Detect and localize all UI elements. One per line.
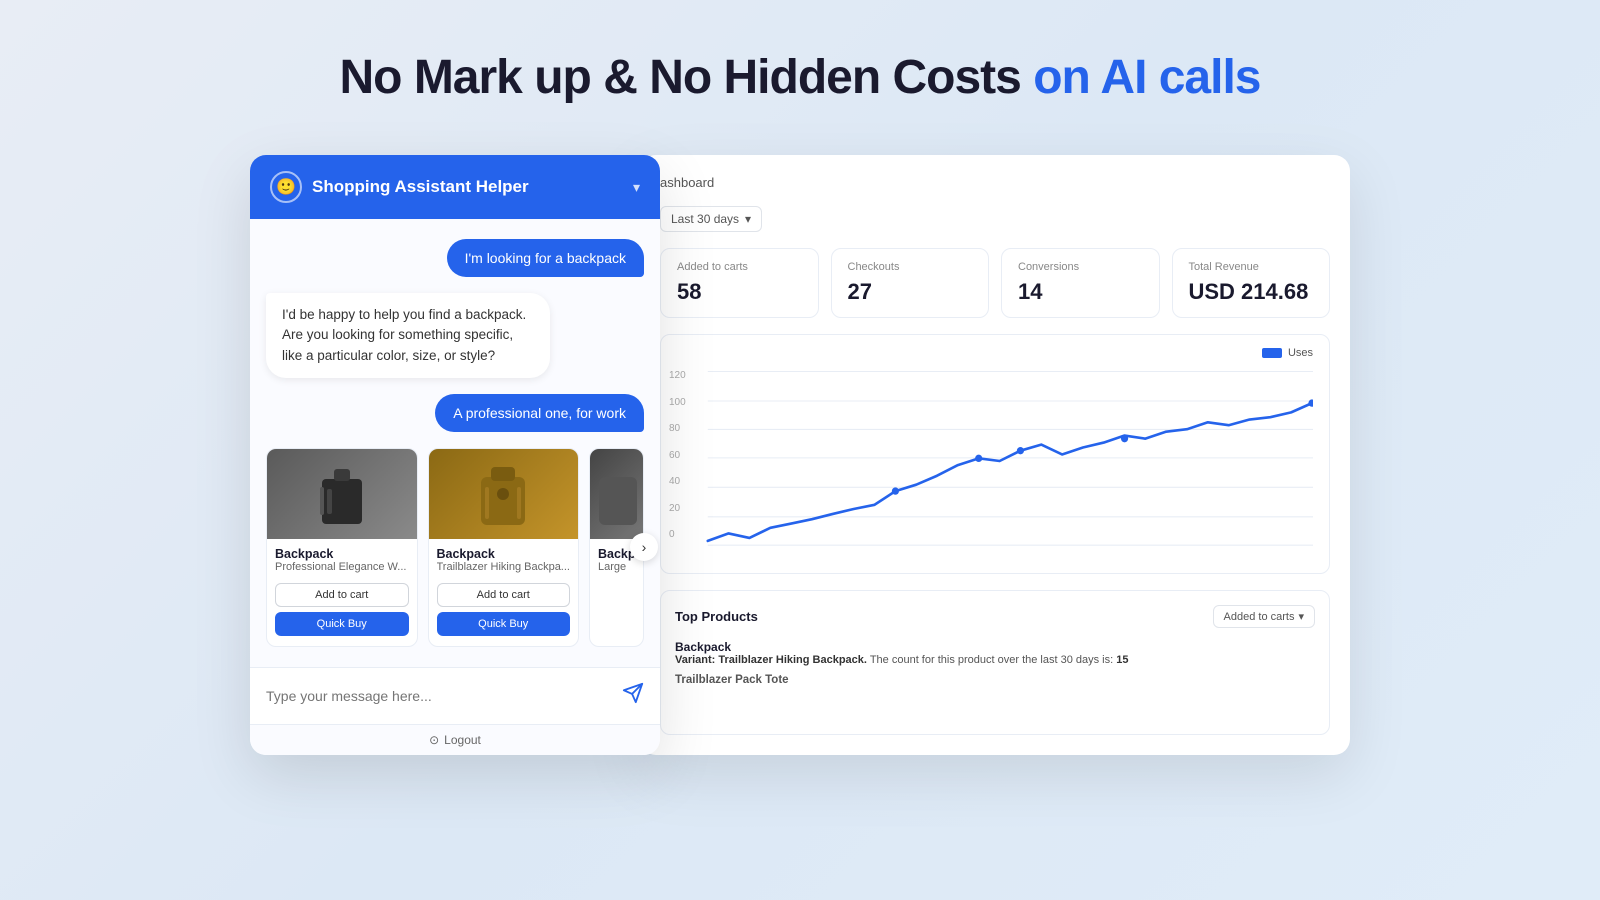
send-button[interactable]	[622, 682, 644, 710]
quick-buy-button-1[interactable]: Quick Buy	[275, 612, 409, 636]
variant-label-0: Variant: Trailblazer Hiking Backpack.	[675, 654, 867, 666]
top-product-item-1: Trailblazer Pack Tote	[675, 674, 1315, 686]
date-filter-label: Last 30 days	[671, 212, 739, 226]
chat-header-left: 🙂 Shopping Assistant Helper	[270, 171, 529, 203]
stat-value-2: 14	[1018, 279, 1143, 305]
user-message-2: A professional one, for work	[435, 394, 644, 432]
calendar-icon: ▾	[745, 212, 751, 226]
top-products-title: Top Products	[675, 609, 758, 624]
product-subtitle-3: Large	[598, 561, 635, 573]
product-subtitle-1: Professional Elegance W...	[275, 561, 409, 573]
product-subtitle-2: Trailblazer Hiking Backpa...	[437, 561, 571, 573]
panels-wrapper: 🙂 Shopping Assistant Helper ▾ I'm lookin…	[250, 155, 1350, 755]
top-products-header: Top Products Added to carts ▾	[675, 605, 1315, 628]
logout-label[interactable]: Logout	[444, 733, 481, 747]
stat-card-0: Added to carts 58	[660, 248, 819, 318]
product-image-1	[267, 449, 417, 539]
quick-buy-button-2[interactable]: Quick Buy	[437, 612, 571, 636]
chat-panel: 🙂 Shopping Assistant Helper ▾ I'm lookin…	[250, 155, 660, 755]
stats-row: Added to carts 58 Checkouts 27 Conversio…	[660, 248, 1330, 318]
stat-card-2: Conversions 14	[1001, 248, 1160, 318]
legend-label: Uses	[1288, 347, 1313, 359]
product-image-2	[429, 449, 579, 539]
count-value-0: 15	[1116, 654, 1128, 666]
product-name-1: Backpack	[275, 547, 409, 561]
product-card-1: Backpack Professional Elegance W... Add …	[266, 448, 418, 647]
y-axis-labels: 120 100 80 60 40 20 0	[669, 370, 686, 540]
logout-area: ⊙ Logout	[250, 724, 660, 755]
user-message-1: I'm looking for a backpack	[447, 239, 644, 277]
product-info-1: Backpack Professional Elegance W...	[267, 539, 417, 577]
bot-message-1: I'd be happy to help you find a backpack…	[266, 293, 550, 378]
product-actions-1: Add to cart Quick Buy	[267, 577, 417, 636]
stat-value-0: 58	[677, 279, 802, 305]
product-card-2: Backpack Trailblazer Hiking Backpa... Ad…	[428, 448, 580, 647]
chat-avatar-icon: 🙂	[270, 171, 302, 203]
dashboard-topbar: ashboard	[660, 175, 1330, 190]
top-product-item-0: Backpack Variant: Trailblazer Hiking Bac…	[675, 640, 1315, 666]
legend-dot	[1262, 348, 1282, 358]
stat-value-1: 27	[848, 279, 973, 305]
carousel-next-button[interactable]: ›	[630, 533, 658, 561]
chat-input-area	[250, 667, 660, 724]
dropdown-chevron-icon: ▾	[1298, 610, 1304, 623]
chat-header-title: Shopping Assistant Helper	[312, 177, 529, 197]
filter-label: Added to carts	[1224, 611, 1295, 623]
stat-card-1: Checkouts 27	[831, 248, 990, 318]
stat-label-2: Conversions	[1018, 261, 1143, 273]
chat-header: 🙂 Shopping Assistant Helper ▾	[250, 155, 660, 219]
product-info-2: Backpack Trailblazer Hiking Backpa...	[429, 539, 579, 577]
chart-area: Uses 120 100 80 60 40 20 0	[660, 334, 1330, 574]
top-products-section: Top Products Added to carts ▾ Backpack V…	[660, 590, 1330, 735]
top-product-detail-0: Variant: Trailblazer Hiking Backpack. Th…	[675, 654, 1315, 666]
top-product-name-1: Trailblazer Pack Tote	[675, 674, 1315, 686]
stat-card-3: Total Revenue USD 214.68	[1172, 248, 1331, 318]
chart-legend: Uses	[1262, 347, 1313, 359]
products-row: Backpack Professional Elegance W... Add …	[266, 448, 644, 647]
add-to-cart-button-2[interactable]: Add to cart	[437, 583, 571, 607]
chat-body: I'm looking for a backpack I'd be happy …	[250, 219, 660, 667]
top-products-filter[interactable]: Added to carts ▾	[1213, 605, 1315, 628]
product-image-3	[590, 449, 643, 539]
chart-svg	[677, 361, 1313, 561]
product-name-2: Backpack	[437, 547, 571, 561]
headline-text: No Mark up & No Hidden Costs	[340, 51, 1021, 104]
stat-label-0: Added to carts	[677, 261, 802, 273]
page-headline: No Mark up & No Hidden Costs on AI calls	[340, 50, 1261, 105]
chevron-down-icon[interactable]: ▾	[633, 179, 640, 196]
top-product-name-0: Backpack	[675, 640, 1315, 654]
dashboard-panel: ashboard Last 30 days ▾ Added to carts 5…	[640, 155, 1350, 755]
stat-label-1: Checkouts	[848, 261, 973, 273]
stat-label-3: Total Revenue	[1189, 261, 1314, 273]
chat-input[interactable]	[266, 688, 612, 704]
logout-icon: ⊙	[429, 733, 439, 747]
stat-value-3: USD 214.68	[1189, 279, 1314, 305]
add-to-cart-button-1[interactable]: Add to cart	[275, 583, 409, 607]
headline-accent: on AI calls	[1033, 51, 1260, 104]
product-actions-2: Add to cart Quick Buy	[429, 577, 579, 636]
date-filter[interactable]: Last 30 days ▾	[660, 206, 762, 232]
